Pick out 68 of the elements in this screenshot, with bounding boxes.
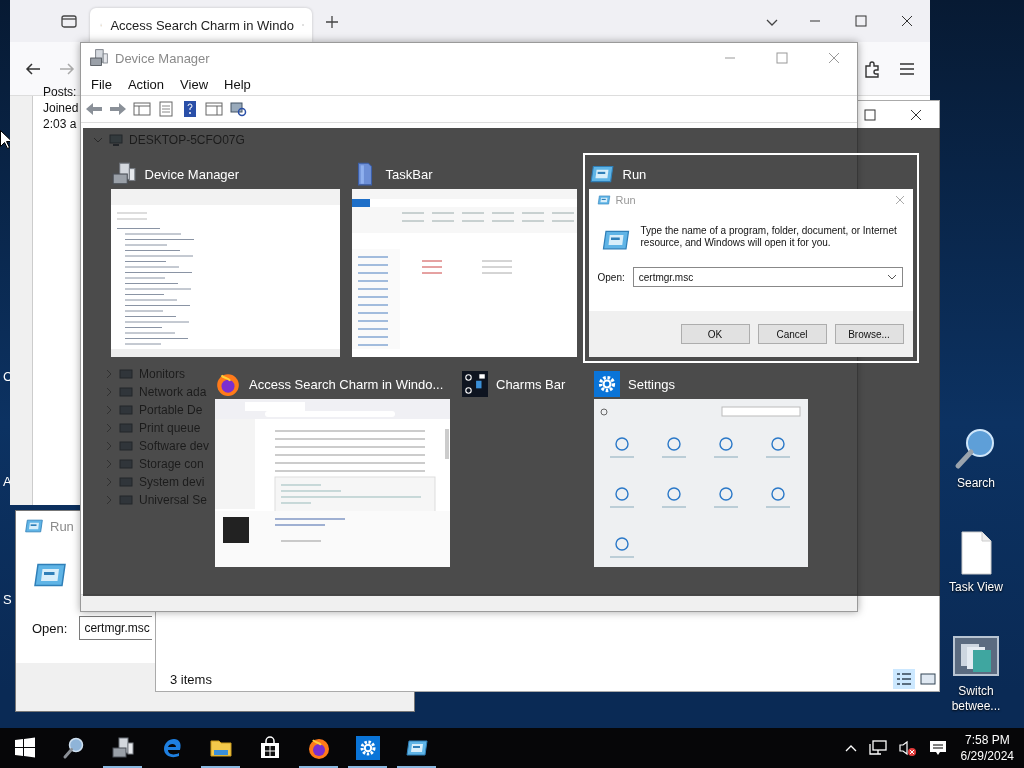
- maximize-icon[interactable]: [854, 14, 868, 28]
- shortcut-label: Task View: [948, 580, 1004, 595]
- dropdown-chevron-icon[interactable]: [886, 273, 897, 281]
- computer-icon: [110, 161, 137, 187]
- windows-logo-icon: [12, 736, 37, 760]
- maximize-icon[interactable]: [863, 108, 877, 122]
- network-icon[interactable]: [867, 739, 888, 757]
- new-tab-icon[interactable]: [324, 14, 340, 30]
- mouse-cursor-icon: [0, 130, 12, 150]
- menu-item[interactable]: File: [83, 76, 120, 92]
- dialog-button[interactable]: OK: [680, 324, 750, 344]
- settings-icon: [594, 371, 620, 397]
- charms-icon: [462, 371, 488, 397]
- window-title: Run: [50, 518, 74, 534]
- window-preview[interactable]: Settings: [588, 363, 814, 573]
- browser-icon: [306, 736, 331, 760]
- desktop-shortcut[interactable]: Search: [938, 420, 1014, 524]
- window-title: Charms Bar: [496, 376, 566, 392]
- dialog-button[interactable]: Browse...: [834, 324, 904, 344]
- post-info-text: 2:03 a: [43, 116, 78, 132]
- window-title: Settings: [628, 376, 675, 392]
- menu-item[interactable]: Help: [216, 76, 259, 92]
- post-info-text: Posts:: [43, 84, 78, 100]
- window-title: Device Manager: [144, 166, 240, 182]
- details-view-icon[interactable]: [893, 669, 915, 689]
- command-combo-box[interactable]: certmgr.msc: [632, 267, 903, 287]
- window-preview[interactable]: Device Manager: [104, 153, 346, 363]
- dialog-message: Type the name of a program, folder, document, or Internet resource, and Windows will open it for you.: [640, 225, 898, 249]
- window-preview[interactable]: Run Run Type the name of a program, folder, document, or Internet resource, and Windows will open it for you. Open: certmgr.msc OK Cancel Browse...: [582, 153, 919, 363]
- puzzle-piece-icon[interactable]: [862, 58, 882, 79]
- item-count-text: 3 items: [170, 671, 212, 687]
- open-label: Open:: [597, 271, 625, 283]
- computer-icon: [89, 48, 109, 68]
- post-info-text: Joined: [43, 100, 79, 116]
- menu-item[interactable]: Action: [119, 76, 173, 92]
- clock-date[interactable]: 6/29/2024: [960, 748, 1014, 764]
- window-title: Access Search Charm in Windo...: [249, 376, 444, 392]
- window-title: Run: [622, 166, 647, 182]
- shortcut-label: Search: [956, 476, 996, 491]
- window-preview[interactable]: TaskBar: [345, 153, 583, 363]
- window-title: Device Manager: [115, 50, 210, 66]
- desktop-icon-label: S: [3, 592, 12, 607]
- monitor-scan-icon[interactable]: [229, 101, 247, 117]
- search-icon: [61, 736, 86, 760]
- browser-icon: [215, 371, 241, 397]
- notification-icon[interactable]: [927, 739, 948, 757]
- action-pane-icon[interactable]: [205, 101, 223, 117]
- help-icon[interactable]: [181, 101, 199, 117]
- settings-icon: [355, 736, 380, 760]
- menu-item[interactable]: View: [172, 76, 217, 92]
- shortcut-label: Switch betwee...: [950, 684, 1002, 714]
- console-tree-icon[interactable]: [133, 101, 151, 117]
- clock-time[interactable]: 7:58 PM: [964, 732, 1010, 748]
- forward-arrow-icon[interactable]: [109, 101, 127, 117]
- tab-list-icon[interactable]: [60, 12, 78, 30]
- open-label: Open:: [32, 620, 68, 636]
- dialog-button[interactable]: Cancel: [757, 324, 827, 344]
- desktop-shortcut[interactable]: Switch betwee...: [938, 628, 1014, 732]
- window-icon: [596, 193, 611, 207]
- volume-muted-icon[interactable]: [897, 739, 918, 757]
- window-title: TaskBar: [385, 166, 433, 182]
- browser-tab[interactable]: Access Search Charm in Windo: [90, 8, 312, 42]
- window-preview[interactable]: Charms Bar: [456, 363, 588, 573]
- desktop-shortcut[interactable]: Task View: [938, 524, 1014, 628]
- dialog-title: Run: [615, 194, 636, 206]
- window-preview[interactable]: Access Search Charm in Windo...: [209, 363, 456, 573]
- computer-icon: [110, 736, 135, 760]
- command-input-field[interactable]: certmgr.msc: [79, 616, 152, 640]
